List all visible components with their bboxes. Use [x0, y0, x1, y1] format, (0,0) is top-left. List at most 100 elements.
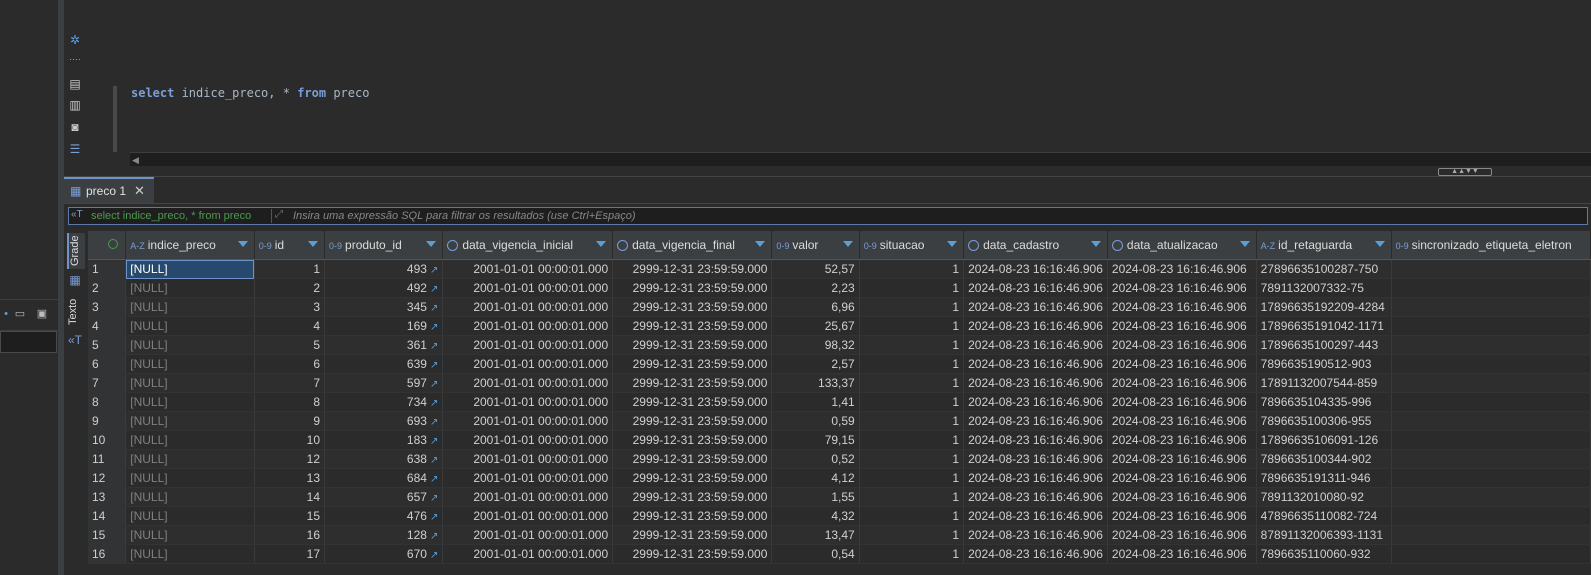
- open-link-icon[interactable]: ↗: [430, 512, 438, 523]
- maximize-icon[interactable]: ▣: [36, 308, 48, 320]
- table-cell[interactable]: [1391, 354, 1591, 374]
- table-cell[interactable]: 2024-08-23 16:16:46.906: [963, 259, 1108, 279]
- table-cell[interactable]: 1,41: [771, 392, 860, 412]
- open-link-icon[interactable]: ↗: [430, 303, 438, 314]
- table-cell[interactable]: 79,15: [771, 430, 860, 450]
- table-cell[interactable]: 2001-01-01 00:00:01.000: [442, 335, 614, 355]
- open-link-icon[interactable]: ↗: [430, 531, 438, 542]
- column-header-sincronizado-etiqueta-eletron[interactable]: 0-9 sincronizado_etiqueta_eletron: [1391, 231, 1591, 260]
- table-cell[interactable]: 17896635191042-1171: [1256, 316, 1392, 336]
- open-link-icon[interactable]: ↗: [430, 265, 438, 276]
- table-cell[interactable]: 2001-01-01 00:00:01.000: [442, 354, 614, 374]
- table-row[interactable]: 8 [NULL] 8 734 ↗ 2001-01-01 00:00:01.000 2999-…: [88, 392, 1591, 412]
- table-cell[interactable]: 2024-08-23 16:16:46.906: [1107, 449, 1257, 469]
- table-cell[interactable]: 2999-12-31 23:59:59.000: [612, 373, 773, 393]
- minimize-icon[interactable]: ▭: [14, 308, 26, 320]
- table-row[interactable]: 6 [NULL] 6 639 ↗ 2001-01-01 00:00:01.000 2999-…: [88, 354, 1591, 374]
- table-row[interactable]: 11 [NULL] 12 638 ↗ 2001-01-01 00:00:01.000 299…: [88, 449, 1591, 469]
- column-sort-icon[interactable]: [596, 241, 607, 247]
- open-link-icon[interactable]: ↗: [430, 360, 438, 371]
- scroll-left-icon[interactable]: ◀: [132, 155, 139, 166]
- table-cell[interactable]: 1: [859, 259, 965, 279]
- table-cell[interactable]: 25,67: [771, 316, 860, 336]
- open-link-icon[interactable]: ↗: [430, 284, 438, 295]
- table-cell[interactable]: 2001-01-01 00:00:01.000: [442, 468, 614, 488]
- column-sort-icon[interactable]: [1239, 241, 1250, 247]
- table-cell[interactable]: [NULL]: [125, 335, 255, 355]
- table-cell[interactable]: 734 ↗: [324, 392, 444, 412]
- open-link-icon[interactable]: ↗: [430, 493, 438, 504]
- table-cell[interactable]: 2024-08-23 16:16:46.906: [963, 468, 1108, 488]
- table-cell[interactable]: 7: [254, 373, 326, 393]
- table-cell[interactable]: [NULL]: [125, 525, 255, 545]
- table-cell[interactable]: 2999-12-31 23:59:59.000: [612, 487, 773, 507]
- table-cell[interactable]: 2999-12-31 23:59:59.000: [612, 335, 773, 355]
- panel-splitter[interactable]: ▲▲▼▼: [64, 166, 1591, 177]
- expand-icon[interactable]: ⤢: [275, 209, 283, 220]
- table-cell[interactable]: 1: [859, 316, 965, 336]
- open-link-icon[interactable]: ↗: [430, 550, 438, 561]
- table-cell[interactable]: 7896635191311-946: [1256, 468, 1392, 488]
- table-cell[interactable]: 17896635106091-126: [1256, 430, 1392, 450]
- table-cell[interactable]: 2999-12-31 23:59:59.000: [612, 316, 773, 336]
- open-link-icon[interactable]: ↗: [430, 455, 438, 466]
- table-row[interactable]: 4 [NULL] 4 169 ↗ 2001-01-01 00:00:01.000 2999-…: [88, 316, 1591, 336]
- row-number[interactable]: 7: [88, 373, 127, 393]
- open-link-icon[interactable]: ↗: [430, 417, 438, 428]
- filter-input[interactable]: «T select indice_preco, * from preco ⤢ I…: [68, 207, 1588, 225]
- table-cell[interactable]: 0,54: [771, 544, 860, 564]
- row-number[interactable]: 15: [88, 525, 127, 545]
- table-cell[interactable]: 361 ↗: [324, 335, 444, 355]
- table-cell[interactable]: 2001-01-01 00:00:01.000: [442, 487, 614, 507]
- table-cell[interactable]: 183 ↗: [324, 430, 444, 450]
- table-cell[interactable]: 2024-08-23 16:16:46.906: [963, 525, 1108, 545]
- table-cell[interactable]: 2024-08-23 16:16:46.906: [963, 411, 1108, 431]
- table-cell[interactable]: 2024-08-23 16:16:46.906: [1107, 525, 1257, 545]
- table-cell[interactable]: 133,37: [771, 373, 860, 393]
- table-cell[interactable]: 639 ↗: [324, 354, 444, 374]
- table-cell[interactable]: 2999-12-31 23:59:59.000: [612, 354, 773, 374]
- table-cell[interactable]: [NULL]: [125, 468, 255, 488]
- table-cell[interactable]: 4,32: [771, 506, 860, 526]
- table-cell[interactable]: 693 ↗: [324, 411, 444, 431]
- column-header-indice-preco[interactable]: A-Z indice_preco: [125, 231, 255, 260]
- column-header-id-retaguarda[interactable]: A-Z id_retaguarda: [1256, 231, 1392, 260]
- table-cell[interactable]: 2024-08-23 16:16:46.906: [1107, 430, 1257, 450]
- table-cell[interactable]: 17: [254, 544, 326, 564]
- table-cell[interactable]: 2001-01-01 00:00:01.000: [442, 525, 614, 545]
- table-cell[interactable]: 2024-08-23 16:16:46.906: [1107, 506, 1257, 526]
- table-row[interactable]: 12 [NULL] 13 684 ↗ 2001-01-01 00:00:01.000 299…: [88, 468, 1591, 488]
- table-cell[interactable]: [1391, 487, 1591, 507]
- dot-icon[interactable]: •: [0, 308, 12, 320]
- column-header-id[interactable]: 0-9 id: [254, 231, 326, 260]
- table-cell[interactable]: 2001-01-01 00:00:01.000: [442, 392, 614, 412]
- column-sort-icon[interactable]: [1090, 241, 1101, 247]
- table-cell[interactable]: 1: [859, 430, 965, 450]
- table-cell[interactable]: 2001-01-01 00:00:01.000: [442, 449, 614, 469]
- table-cell[interactable]: 2999-12-31 23:59:59.000: [612, 506, 773, 526]
- table-cell[interactable]: 2999-12-31 23:59:59.000: [612, 430, 773, 450]
- table-cell[interactable]: 1: [859, 392, 965, 412]
- column-header-data-cadastro[interactable]: data_cadastro: [963, 231, 1108, 260]
- table-cell[interactable]: 1: [859, 468, 965, 488]
- table-cell[interactable]: 684 ↗: [324, 468, 444, 488]
- table-cell[interactable]: 47896635110082-724: [1256, 506, 1392, 526]
- table-cell[interactable]: 2024-08-23 16:16:46.906: [1107, 373, 1257, 393]
- table-cell[interactable]: [1391, 506, 1591, 526]
- table-cell[interactable]: 7896635190512-903: [1256, 354, 1392, 374]
- table-cell[interactable]: 2001-01-01 00:00:01.000: [442, 506, 614, 526]
- table-cell[interactable]: 2024-08-23 16:16:46.906: [1107, 278, 1257, 298]
- table-cell[interactable]: 476 ↗: [324, 506, 444, 526]
- execute-script-icon[interactable]: ▤: [68, 77, 82, 91]
- table-cell[interactable]: 2024-08-23 16:16:46.906: [963, 297, 1108, 317]
- table-cell[interactable]: 3: [254, 297, 326, 317]
- table-cell[interactable]: 2024-08-23 16:16:46.906: [963, 506, 1108, 526]
- table-cell[interactable]: 8: [254, 392, 326, 412]
- column-sort-icon[interactable]: [237, 241, 248, 247]
- table-cell[interactable]: 15: [254, 506, 326, 526]
- table-cell[interactable]: 17891132007544-859: [1256, 373, 1392, 393]
- table-cell[interactable]: [NULL]: [125, 449, 255, 469]
- table-cell[interactable]: 2,23: [771, 278, 860, 298]
- row-number[interactable]: 14: [88, 506, 127, 526]
- table-cell[interactable]: 2024-08-23 16:16:46.906: [963, 430, 1108, 450]
